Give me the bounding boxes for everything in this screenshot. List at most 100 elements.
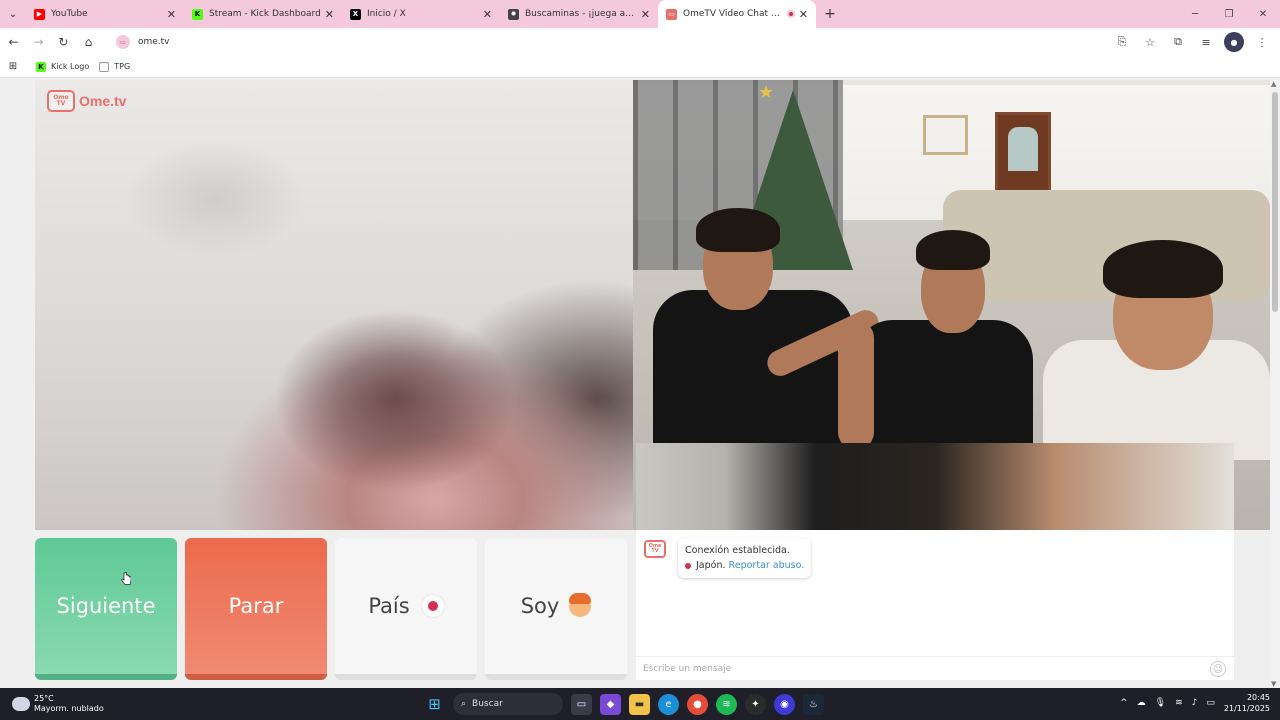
video-hair [1103,240,1223,298]
task-view-icon[interactable]: ▭ [571,693,592,715]
battery-icon[interactable]: ▭ [1206,698,1215,708]
close-icon[interactable]: ✕ [325,8,334,21]
next-button[interactable]: Siguiente [35,538,177,680]
tab-kick-dashboard[interactable]: K Stream - Kick Dashboard ✕ [184,0,342,28]
chat-panel: Ome TV Conexión establecida. Japón. Repor… [636,530,1234,680]
logo-text: Ome.tv [79,93,127,109]
ometv-icon: ▭ [666,8,677,20]
minimize-icon[interactable]: ─ [1178,0,1212,28]
tab-strip: ⌄ ▶ YouTube ✕ K Stream - Kick Dashboard … [0,0,1280,28]
tab-title: OmeTV Video Chat — Ome [683,9,783,19]
windows-start-icon[interactable]: ⊞ [424,694,445,715]
site-info-icon[interactable]: ▭ [115,35,130,49]
chrome-icon[interactable]: ● [687,693,708,715]
edge-icon[interactable]: e [658,693,679,715]
profile-avatar[interactable]: ● [1224,32,1244,52]
taskbar: 25°C Mayorm. nublado ⊞ ⌕ Buscar ▭ ◆ ▬ e … [0,688,1280,720]
url-text: ome.tv [137,37,170,47]
weather-desc: Mayorm. nublado [34,704,104,713]
apps-grid-icon[interactable]: ⊞ [0,61,26,72]
bookmark-kick-logo[interactable]: K Kick Logo [36,61,90,72]
kick-icon: K [36,61,46,72]
clock[interactable]: 20:45 21/11/2025 [1224,692,1270,714]
close-icon[interactable]: ✕ [799,8,808,21]
copilot-icon[interactable]: ◆ [600,693,621,715]
stop-button[interactable]: Parar [185,538,327,680]
tab-search-button[interactable]: ⌄ [0,0,26,28]
file-explorer-icon[interactable]: ▬ [629,693,650,715]
country-name: Japón. [696,560,726,571]
ometv-chat-logo-icon: Ome TV [644,540,666,558]
tab-title: Inicio / X [367,9,406,19]
scrollbar-thumb[interactable] [1272,92,1278,312]
cast-icon[interactable]: ⎘ [1112,32,1132,52]
menu-icon[interactable]: ⋮ [1252,32,1272,52]
close-icon[interactable]: ✕ [641,8,650,21]
bookmark-tpg[interactable]: TPG [99,61,131,72]
reload-icon[interactable]: ↻ [52,30,75,54]
gender-label: Soy [520,594,560,618]
tab-title: Buscaminas - ¡juega ahora! [525,9,637,19]
bookmarks-bar: ⊞ K Kick Logo TPG [0,56,1280,78]
next-label: Siguiente [56,594,156,618]
tab-title: Stream - Kick Dashboard [209,9,321,19]
japan-flag-icon [421,595,444,617]
taskbar-search[interactable]: ⌕ Buscar [453,693,563,715]
obs-icon[interactable]: ◉ [774,693,795,715]
close-icon[interactable]: ✕ [167,8,176,21]
browser-toolbar: ← → ↻ ⌂ ▭ ome.tv ⎘ ☆ ⧉ ≡ ● ⋮ [0,28,1280,56]
tab-buscaminas[interactable]: ✹ Buscaminas - ¡juega ahora! ✕ [500,0,658,28]
chat-controls: Siguiente Parar País Soy [35,538,627,680]
home-icon[interactable]: ⌂ [77,30,100,54]
bookmark-label: Kick Logo [51,62,90,71]
system-message: Conexión establecida. Japón. Reportar ab… [678,538,812,578]
message-placeholder: Escribe un mensaje [643,663,732,674]
scroll-down-icon[interactable]: ▼ [1271,680,1276,688]
video-arm [838,320,874,450]
close-icon[interactable]: ✕ [483,8,492,21]
stop-label: Parar [228,594,284,618]
message-input[interactable]: Escribe un mensaje ☺ [636,656,1234,680]
chevron-up-icon[interactable]: ^ [1120,698,1128,708]
ometv-logo: Ome TV Ome.tv [47,90,126,112]
onedrive-icon[interactable]: ☁ [1137,698,1146,708]
new-tab-button[interactable]: + [816,6,844,22]
tab-x[interactable]: X Inicio / X ✕ [342,0,500,28]
tv-logo-icon: Ome TV [47,90,75,112]
gender-button[interactable]: Soy [485,538,627,680]
tab-ometv[interactable]: ▭ OmeTV Video Chat — Ome ✕ [658,0,816,28]
weather-widget[interactable]: 25°C Mayorm. nublado [12,694,104,714]
recording-icon [786,10,795,18]
video-hair [916,230,990,270]
boy-face-icon [569,593,592,617]
remote-video: Ome TV Ome.tv [35,80,633,530]
media-control-icon[interactable]: ≡ [1196,32,1216,52]
video-person-left [653,290,853,450]
country-line: Japón. Reportar abuso. [685,558,804,573]
page-scrollbar[interactable]: ▲ ▼ [1270,80,1280,688]
steam-icon[interactable]: ♨ [803,693,824,715]
bookmark-star-icon[interactable]: ☆ [1140,32,1160,52]
wifi-icon[interactable]: ≋ [1175,698,1183,708]
microphone-icon[interactable]: 🎙 [1155,698,1166,708]
app-icon[interactable]: ✦ [745,693,766,715]
volume-icon[interactable]: ♪ [1192,698,1198,708]
close-window-icon[interactable]: ✕ [1246,0,1280,28]
bookmark-label: TPG [114,62,131,71]
restore-icon[interactable]: ❐ [1212,0,1246,28]
report-abuse-link[interactable]: Reportar abuso. [729,560,805,571]
back-icon[interactable]: ← [2,30,25,54]
tab-youtube[interactable]: ▶ YouTube ✕ [26,0,184,28]
emoji-icon[interactable]: ☺ [1210,661,1226,677]
taskbar-apps: ⊞ ⌕ Buscar ▭ ◆ ▬ e ● ≋ ✦ ◉ ♨ [424,692,824,716]
scroll-up-icon[interactable]: ▲ [1271,80,1276,88]
forward-icon[interactable]: → [27,30,50,54]
spotify-icon[interactable]: ≋ [716,693,737,715]
minesweeper-icon: ✹ [508,8,519,20]
country-button[interactable]: País [335,538,477,680]
logo-badge: Ome TV [53,94,69,107]
tab-title: YouTube [51,9,88,19]
extensions-icon[interactable]: ⧉ [1168,32,1188,52]
country-label: País [368,594,410,618]
address-bar[interactable]: ▭ ome.tv [107,31,1112,53]
